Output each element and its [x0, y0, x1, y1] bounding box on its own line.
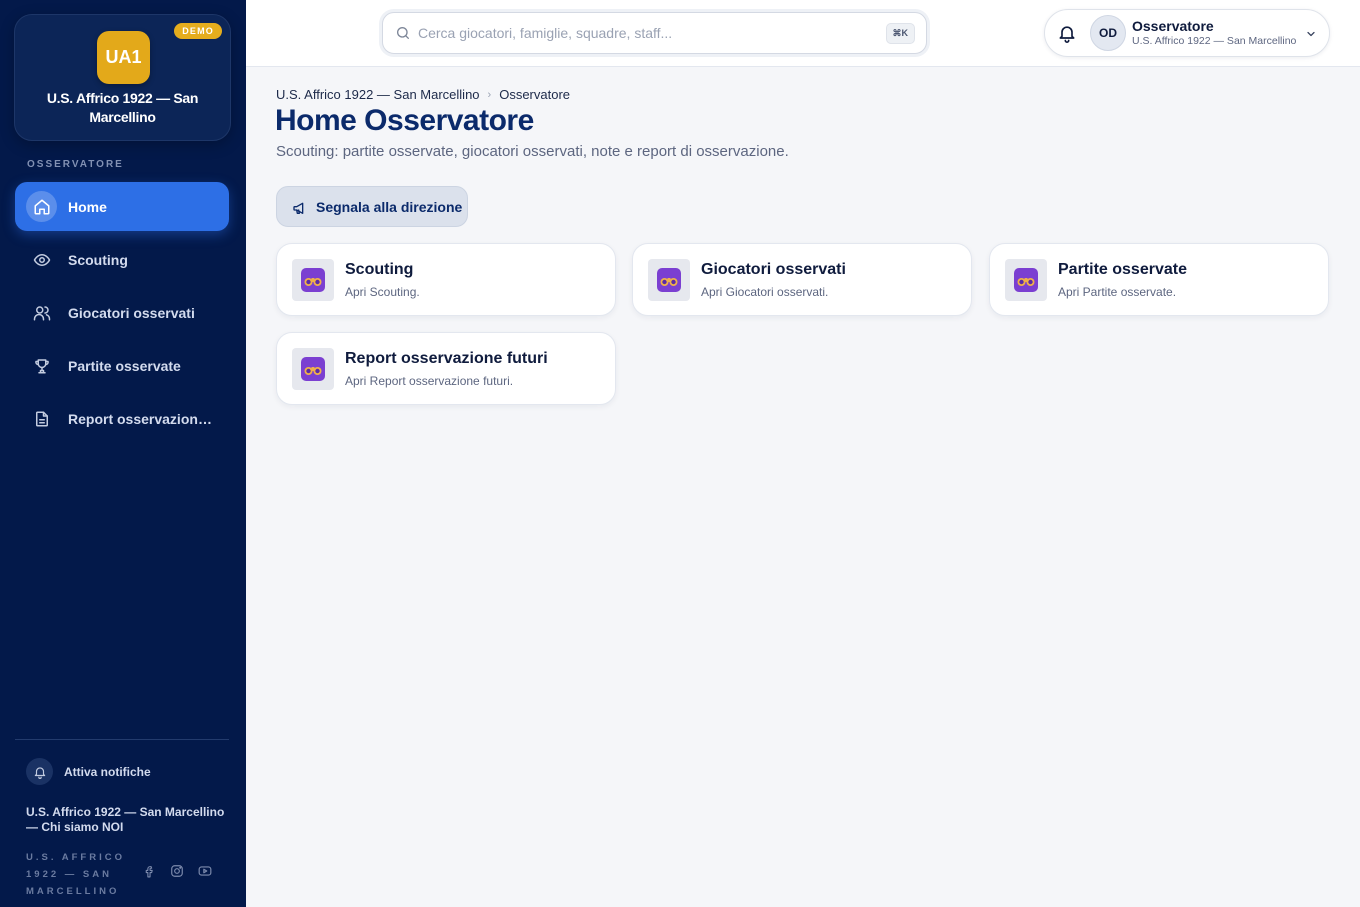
demo-badge: DEMO: [174, 23, 222, 39]
sidebar-item-report-osservazione[interactable]: Report osservazione futuri: [15, 394, 229, 443]
sidebar-item-partite-osservate[interactable]: Partite osservate: [15, 341, 229, 390]
breadcrumb-club[interactable]: U.S. Affrico 1922 — San Marcellino: [276, 87, 480, 102]
club-card[interactable]: DEMO UA1 U.S. Affrico 1922 — San Marcell…: [14, 14, 231, 141]
binoculars-icon: [292, 259, 334, 301]
card-report-osservazione-futuri[interactable]: Report osservazione futuri Apri Report o…: [276, 332, 616, 405]
youtube-icon[interactable]: [196, 862, 214, 880]
sidebar-item-label: Home: [68, 198, 107, 215]
document-icon: [26, 403, 57, 434]
page-subtitle: Scouting: partite osservate, giocatori o…: [276, 143, 789, 160]
footer-club-name: U.S. AFFRICO 1922 — SAN MARCELLINO: [26, 852, 125, 897]
sidebar-divider: [15, 739, 229, 740]
card-scouting[interactable]: Scouting Apri Scouting.: [276, 243, 616, 316]
binoculars-icon: [292, 348, 334, 390]
card-title: Scouting: [345, 261, 414, 278]
enable-notifications-button[interactable]: Attiva notifiche: [26, 758, 151, 785]
user-menu[interactable]: OD Osservatore U.S. Affrico 1922 — San M…: [1044, 9, 1330, 57]
card-title: Partite osservate: [1058, 261, 1187, 278]
club-name: U.S. Affrico 1922 — San Marcellino: [46, 90, 199, 125]
topbar: ⌘K OD Osservatore U.S. Affrico 1922 — Sa…: [246, 0, 1360, 67]
sidebar: DEMO UA1 U.S. Affrico 1922 — San Marcell…: [0, 0, 246, 907]
eye-icon: [26, 244, 57, 275]
facebook-icon[interactable]: [140, 862, 158, 880]
binoculars-icon: [648, 259, 690, 301]
report-button-label: Segnala alla direzione: [316, 198, 463, 215]
sidebar-section-label: OSSERVATORE: [27, 159, 124, 170]
card-description: Apri Scouting.: [345, 285, 420, 299]
notifications-bell-icon[interactable]: [1057, 23, 1077, 43]
card-giocatori-osservati[interactable]: Giocatori osservati Apri Giocatori osser…: [632, 243, 972, 316]
chevron-right-icon: ›: [487, 88, 492, 101]
card-description: Apri Partite osservate.: [1058, 285, 1177, 299]
sidebar-item-label: Giocatori osservati: [68, 304, 195, 321]
search-shortcut-hint: ⌘K: [885, 23, 915, 44]
chevron-down-icon: [1305, 27, 1317, 45]
sidebar-item-giocatori-osservati[interactable]: Giocatori osservati: [15, 288, 229, 337]
user-club: U.S. Affrico 1922 — San Marcellino: [1132, 35, 1297, 47]
instagram-icon[interactable]: [168, 862, 186, 880]
card-description: Apri Giocatori osservati.: [701, 285, 829, 299]
breadcrumb: U.S. Affrico 1922 — San Marcellino › Oss…: [276, 87, 570, 102]
sidebar-item-scouting[interactable]: Scouting: [15, 235, 229, 284]
sidebar-item-label: Partite osservate: [68, 357, 181, 374]
card-title: Report osservazione futuri: [345, 350, 548, 367]
card-title: Giocatori osservati: [701, 261, 846, 278]
sidebar-item-label: Report osservazione futuri: [68, 410, 218, 427]
global-search[interactable]: ⌘K: [382, 12, 927, 54]
home-icon: [26, 191, 57, 222]
users-icon: [26, 297, 57, 328]
search-icon: [395, 25, 411, 46]
club-logo: UA1: [97, 31, 150, 84]
page-title: Home Osservatore: [275, 104, 534, 137]
avatar: OD: [1090, 15, 1126, 51]
report-to-management-button[interactable]: Segnala alla direzione: [276, 186, 468, 227]
card-partite-osservate[interactable]: Partite osservate Apri Partite osservate…: [989, 243, 1329, 316]
binoculars-icon: [1005, 259, 1047, 301]
about-us-link[interactable]: U.S. Affrico 1922 — San Marcellino — Chi…: [26, 805, 226, 835]
search-input[interactable]: [418, 25, 878, 41]
megaphone-icon: [292, 200, 308, 219]
trophy-icon: [26, 350, 57, 381]
card-description: Apri Report osservazione futuri.: [345, 374, 514, 388]
bell-icon: [26, 758, 53, 785]
sidebar-item-label: Scouting: [68, 251, 128, 268]
breadcrumb-current: Osservatore: [499, 87, 571, 102]
user-role: Osservatore: [1132, 18, 1214, 34]
sidebar-item-home[interactable]: Home: [15, 182, 229, 231]
notifications-label: Attiva notifiche: [64, 764, 151, 779]
